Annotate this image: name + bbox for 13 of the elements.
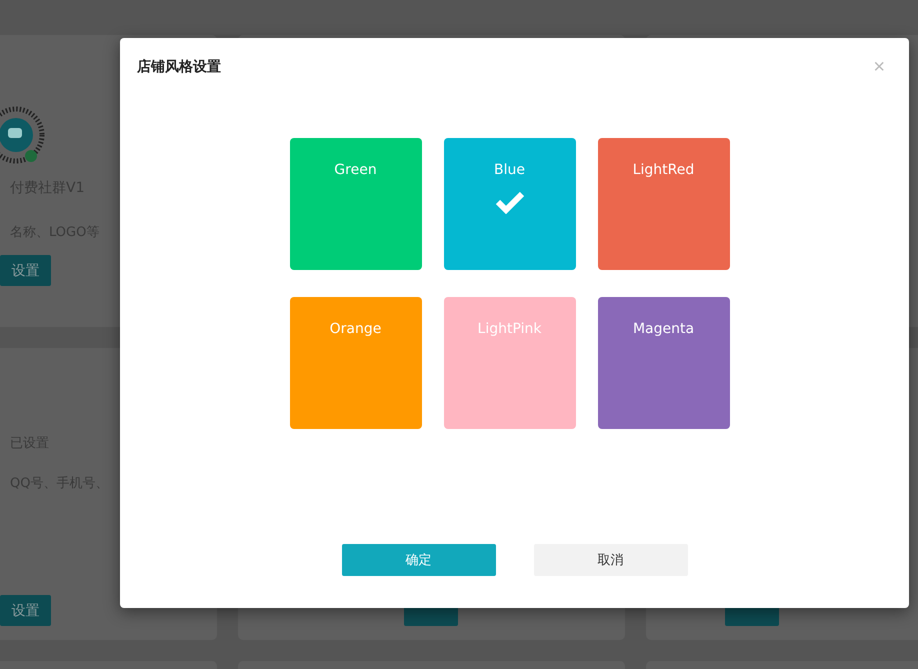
theme-swatch[interactable]: Orange	[290, 297, 422, 429]
settings-button[interactable]: 设置	[0, 255, 51, 286]
theme-swatch[interactable]: Green	[290, 138, 422, 270]
cancel-button[interactable]: 取消	[534, 544, 688, 576]
theme-swatch[interactable]: Blue	[444, 138, 576, 270]
settings-button[interactable]: 设置	[0, 595, 51, 626]
checkmark-icon	[494, 190, 524, 214]
theme-swatch[interactable]: LightPink	[444, 297, 576, 429]
dialog-title: 店铺风格设置	[137, 58, 221, 76]
close-button[interactable]: ×	[867, 57, 891, 77]
confirm-button[interactable]: 确定	[342, 544, 496, 576]
theme-swatch[interactable]: Magenta	[598, 297, 730, 429]
theme-swatch[interactable]: LightRed	[598, 138, 730, 270]
